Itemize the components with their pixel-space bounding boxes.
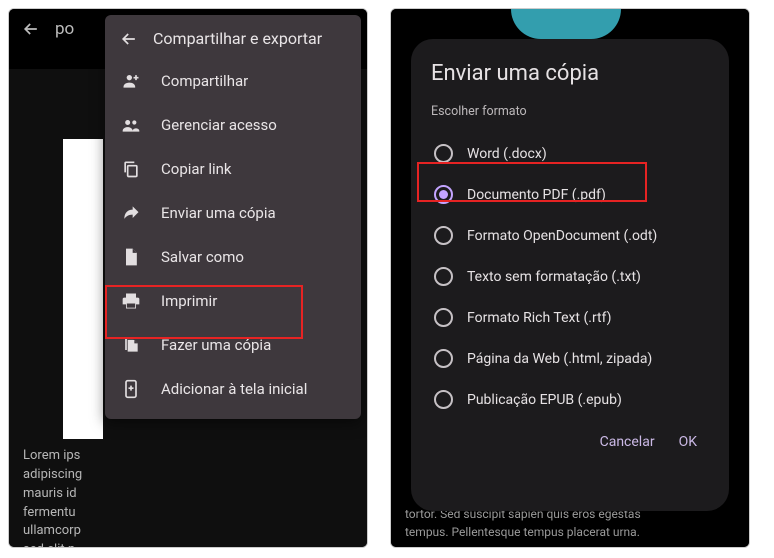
send-icon <box>121 203 143 223</box>
radio-icon <box>434 267 453 286</box>
radio-option-txt[interactable]: Texto sem formatação (.txt) <box>431 256 709 297</box>
share-export-menu: Compartilhar e exportar Compartilhar Ger… <box>105 15 361 419</box>
menu-item-manage-access[interactable]: Gerenciar acesso <box>105 103 361 147</box>
menu-item-share[interactable]: Compartilhar <box>105 59 361 103</box>
radio-label: Formato Rich Text (.rtf) <box>467 310 612 326</box>
file-icon <box>121 247 143 267</box>
radio-label: Word (.docx) <box>467 146 547 162</box>
radio-option-epub[interactable]: Publicação EPUB (.epub) <box>431 379 709 420</box>
menu-header: Compartilhar e exportar <box>105 23 361 59</box>
dialog-subtitle: Escolher formato <box>431 104 709 119</box>
radio-label: Documento PDF (.pdf) <box>467 187 606 203</box>
menu-item-label: Copiar link <box>161 160 232 178</box>
menu-item-add-to-home[interactable]: Adicionar à tela inicial <box>105 367 361 411</box>
back-icon[interactable] <box>21 19 41 39</box>
menu-item-label: Compartilhar <box>161 72 248 90</box>
radio-label: Publicação EPUB (.epub) <box>467 392 622 408</box>
menu-title: Compartilhar e exportar <box>153 29 322 48</box>
radio-option-rtf[interactable]: Formato Rich Text (.rtf) <box>431 297 709 338</box>
dialog-title: Enviar uma cópia <box>431 61 709 86</box>
teal-shape-icon <box>511 9 621 39</box>
menu-item-make-copy[interactable]: Fazer uma cópia <box>105 323 361 367</box>
radio-option-odt[interactable]: Formato OpenDocument (.odt) <box>431 215 709 256</box>
radio-option-docx[interactable]: Word (.docx) <box>431 133 709 174</box>
document-page-fragment <box>63 139 103 439</box>
dialog-actions: Cancelar OK <box>431 420 709 454</box>
radio-icon <box>434 308 453 327</box>
phone-left-screenshot: po Lorem ips adipiscing mauris id fermen… <box>8 8 368 548</box>
menu-item-label: Imprimir <box>161 292 217 310</box>
file-copy-icon <box>121 335 143 355</box>
radio-label: Página da Web (.html, zipada) <box>467 351 652 367</box>
menu-item-send-copy[interactable]: Enviar uma cópia <box>105 191 361 235</box>
radio-icon <box>434 185 453 204</box>
radio-option-pdf[interactable]: Documento PDF (.pdf) <box>431 174 709 215</box>
radio-option-html[interactable]: Página da Web (.html, zipada) <box>431 338 709 379</box>
copy-icon <box>121 159 143 179</box>
topbar-title-partial: po <box>55 19 74 39</box>
add-home-icon <box>121 379 143 399</box>
menu-back-icon[interactable] <box>119 29 139 49</box>
phone-right-screenshot: tortor. Sed suscipit sapien quis eros eg… <box>390 8 750 548</box>
menu-item-save-as[interactable]: Salvar como <box>105 235 361 279</box>
menu-item-label: Adicionar à tela inicial <box>161 380 307 398</box>
document-lorem-text: tortor. Sed suscipit sapien quis eros eg… <box>405 506 735 541</box>
radio-icon <box>434 390 453 409</box>
document-lorem-text: Lorem ips adipiscing mauris id fermentu … <box>23 447 353 548</box>
radio-icon <box>434 349 453 368</box>
menu-item-label: Fazer uma cópia <box>161 336 271 354</box>
person-add-icon <box>121 71 143 91</box>
cancel-button[interactable]: Cancelar <box>600 434 655 450</box>
print-icon <box>121 291 143 311</box>
menu-item-label: Salvar como <box>161 248 244 266</box>
send-copy-dialog: Enviar uma cópia Escolher formato Word (… <box>411 39 729 511</box>
radio-icon <box>434 144 453 163</box>
radio-label: Texto sem formatação (.txt) <box>467 269 641 285</box>
menu-item-print[interactable]: Imprimir <box>105 279 361 323</box>
radio-label: Formato OpenDocument (.odt) <box>467 228 657 244</box>
ok-button[interactable]: OK <box>679 434 697 450</box>
menu-item-label: Gerenciar acesso <box>161 116 277 134</box>
menu-item-copy-link[interactable]: Copiar link <box>105 147 361 191</box>
radio-icon <box>434 226 453 245</box>
group-icon <box>121 115 143 135</box>
menu-item-label: Enviar uma cópia <box>161 204 276 222</box>
